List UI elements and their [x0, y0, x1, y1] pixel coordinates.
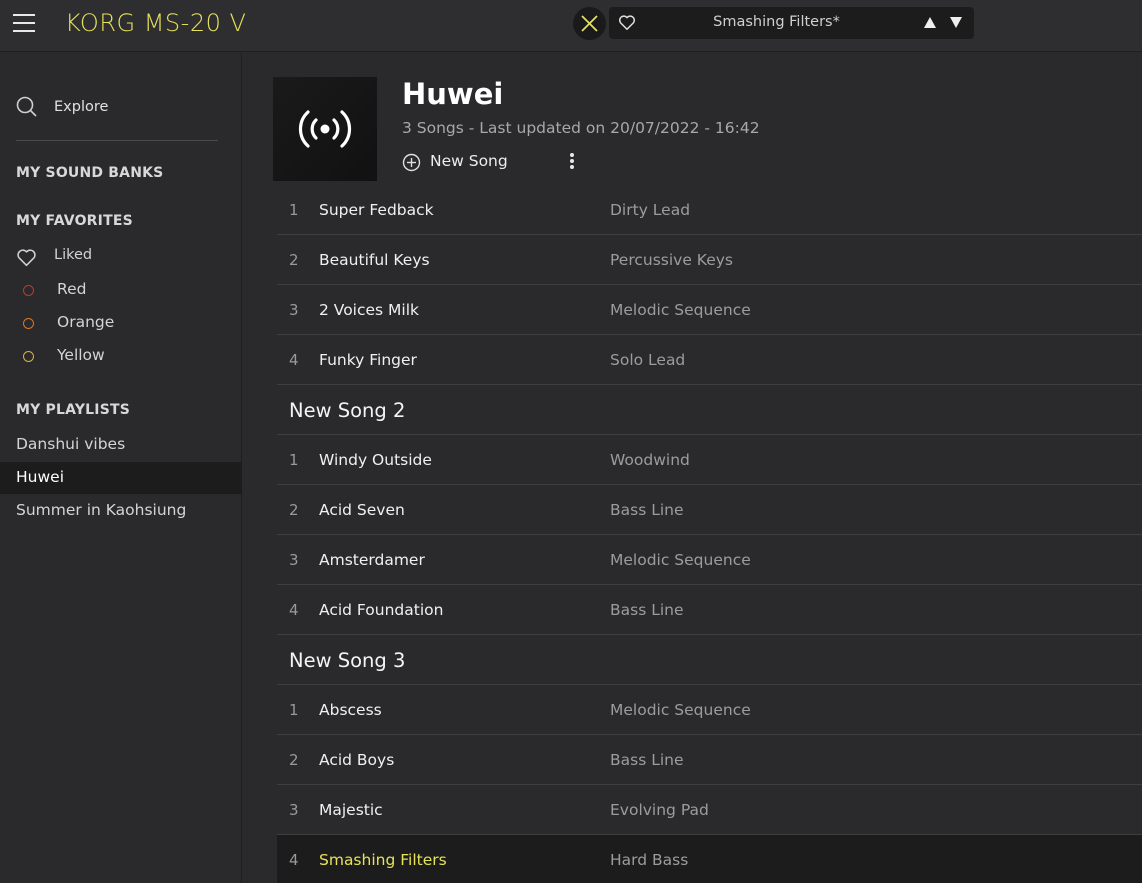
- sidebar-item-playlist[interactable]: Danshui vibes: [0, 429, 242, 461]
- sidebar-item-playlist-active[interactable]: Huwei: [0, 462, 242, 494]
- song-header[interactable]: New Song 2: [277, 385, 1142, 435]
- playlist-cover: [273, 77, 377, 181]
- preset-type: Bass Line: [610, 501, 684, 519]
- more-options-icon[interactable]: [568, 153, 576, 171]
- sidebar-item-label: Liked: [54, 247, 93, 263]
- preset-number: 3: [289, 801, 299, 819]
- preset-type: Evolving Pad: [610, 801, 709, 819]
- sidebar-item-label: Orange: [57, 313, 115, 331]
- preset-type: Percussive Keys: [610, 251, 733, 269]
- menu-icon[interactable]: [13, 13, 35, 33]
- preset-number: 4: [289, 351, 299, 369]
- song-title: New Song 2: [289, 399, 406, 422]
- preset-number: 3: [289, 301, 299, 319]
- playlist-view: Huwei 3 Songs - Last updated on 20/07/20…: [243, 53, 1142, 883]
- preset-row-selected[interactable]: 4 Smashing Filters Hard Bass: [277, 835, 1142, 883]
- preset-number: 4: [289, 601, 299, 619]
- sidebar: Explore MY SOUND BANKS MY FAVORITES Like…: [0, 53, 242, 883]
- preset-row[interactable]: 2 Acid Seven Bass Line: [277, 485, 1142, 535]
- preset-name: Acid Seven: [319, 501, 405, 519]
- red-dot-icon: [23, 285, 34, 296]
- sidebar-item-playlist[interactable]: Summer in Kaohsiung: [0, 495, 242, 527]
- preset-number: 2: [289, 751, 299, 769]
- broadcast-icon: [298, 110, 352, 148]
- preset-browser-bar[interactable]: Smashing Filters*: [609, 7, 974, 39]
- sidebar-item-label: Summer in Kaohsiung: [16, 501, 187, 519]
- add-circle-icon: [402, 153, 421, 172]
- preset-row[interactable]: 4 Acid Foundation Bass Line: [277, 585, 1142, 635]
- preset-type: Woodwind: [610, 451, 690, 469]
- preset-type: Bass Line: [610, 601, 684, 619]
- preset-row[interactable]: 2 Acid Boys Bass Line: [277, 735, 1142, 785]
- preset-number: 2: [289, 501, 299, 519]
- sidebar-item-liked[interactable]: Liked: [0, 241, 242, 273]
- yellow-dot-icon: [23, 351, 34, 362]
- close-icon: [581, 15, 598, 32]
- preset-row[interactable]: 4 Funky Finger Solo Lead: [277, 335, 1142, 385]
- sidebar-item-orange[interactable]: Orange: [0, 307, 242, 339]
- preset-type: Solo Lead: [610, 351, 686, 369]
- preset-row[interactable]: 3 Amsterdamer Melodic Sequence: [277, 535, 1142, 585]
- preset-name: Funky Finger: [319, 351, 417, 369]
- preset-number: 1: [289, 201, 299, 219]
- preset-row[interactable]: 1 Abscess Melodic Sequence: [277, 685, 1142, 735]
- song-title: New Song 3: [289, 649, 406, 672]
- preset-row[interactable]: 3 2 Voices Milk Melodic Sequence: [277, 285, 1142, 335]
- playlist-meta: 3 Songs - Last updated on 20/07/2022 - 1…: [402, 119, 760, 137]
- preset-name: Windy Outside: [319, 451, 432, 469]
- preset-type: Melodic Sequence: [610, 551, 751, 569]
- playlists-heading: MY PLAYLISTS: [16, 402, 131, 418]
- preset-type: Hard Bass: [610, 851, 689, 869]
- preset-row[interactable]: 1 Super Fedback Dirty Lead: [277, 186, 1142, 235]
- preset-number: 1: [289, 451, 299, 469]
- preset-number: 3: [289, 551, 299, 569]
- song-list: 1 Super Fedback Dirty Lead 2 Beautiful K…: [277, 186, 1142, 883]
- sidebar-item-label: Yellow: [57, 346, 105, 364]
- preset-type: Bass Line: [610, 751, 684, 769]
- preset-row[interactable]: 3 Majestic Evolving Pad: [277, 785, 1142, 835]
- search-icon: [16, 96, 37, 117]
- preset-name: Abscess: [319, 701, 382, 719]
- top-bar: KORG MS-20 V Smashing Filters*: [0, 0, 1142, 52]
- new-song-label: New Song: [430, 152, 508, 170]
- preset-name: Beautiful Keys: [319, 251, 430, 269]
- preset-name: Acid Foundation: [319, 601, 444, 619]
- previous-preset-icon[interactable]: [924, 17, 936, 28]
- preset-name: Acid Boys: [319, 751, 395, 769]
- preset-name: Smashing Filters: [319, 851, 447, 869]
- heart-icon: [17, 249, 36, 267]
- sidebar-item-label: Danshui vibes: [16, 435, 126, 453]
- sidebar-item-yellow[interactable]: Yellow: [0, 340, 242, 372]
- preset-type: Melodic Sequence: [610, 701, 751, 719]
- orange-dot-icon: [23, 318, 34, 329]
- playlist-title: Huwei: [402, 77, 504, 111]
- preset-type: Melodic Sequence: [610, 301, 751, 319]
- sidebar-item-label: Red: [57, 280, 87, 298]
- favorites-heading: MY FAVORITES: [16, 213, 133, 229]
- song-header[interactable]: New Song 3: [277, 635, 1142, 685]
- preset-name[interactable]: Smashing Filters*: [609, 14, 944, 30]
- preset-number: 1: [289, 701, 299, 719]
- preset-name: Super Fedback: [319, 201, 434, 219]
- preset-name: 2 Voices Milk: [319, 301, 420, 319]
- preset-number: 2: [289, 251, 299, 269]
- preset-type: Dirty Lead: [610, 201, 691, 219]
- preset-row[interactable]: 1 Windy Outside Woodwind: [277, 435, 1142, 485]
- preset-number: 4: [289, 851, 299, 869]
- preset-name: Majestic: [319, 801, 383, 819]
- sound-banks-heading[interactable]: MY SOUND BANKS: [16, 165, 163, 181]
- sidebar-item-label: Huwei: [16, 468, 64, 486]
- next-preset-icon[interactable]: [950, 17, 962, 28]
- preset-row[interactable]: 2 Beautiful Keys Percussive Keys: [277, 235, 1142, 285]
- explore-link[interactable]: Explore: [16, 96, 218, 141]
- preset-name: Amsterdamer: [319, 551, 425, 569]
- app-title: KORG MS-20 V: [65, 9, 247, 37]
- sidebar-item-red[interactable]: Red: [0, 274, 242, 306]
- close-button[interactable]: [573, 7, 606, 40]
- explore-label: Explore: [54, 99, 109, 115]
